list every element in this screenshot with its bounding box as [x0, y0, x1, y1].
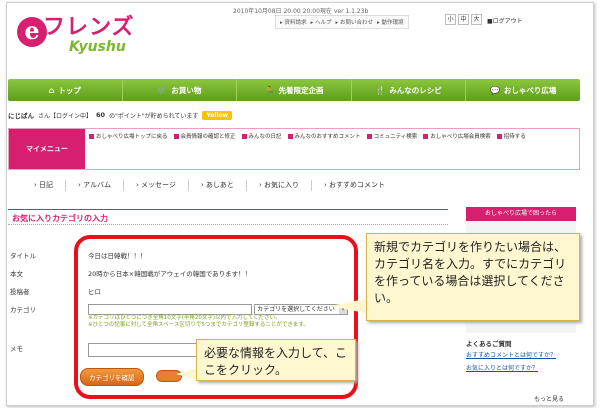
- sub-nav: › 日記 › アルバム › メッセージ › あしあと › お気に入り › おすす…: [22, 180, 397, 191]
- subnav-footprint[interactable]: › あしあと: [187, 180, 246, 191]
- user-name: にじばん: [8, 112, 34, 120]
- subnav-message[interactable]: › メッセージ: [123, 180, 188, 191]
- user-status: さん【ログイン中】: [38, 112, 93, 120]
- my-menu-link[interactable]: 招待する: [496, 132, 526, 140]
- subnav-recommend[interactable]: › おすすめコメント: [310, 180, 397, 191]
- my-menu-link-label: おしゃべり広場会員検索: [430, 134, 491, 140]
- nav-limited[interactable]: 🏃 先着限定企画: [237, 79, 352, 101]
- memo-label: メモ: [10, 345, 23, 353]
- faq-item[interactable]: お気に入りとは何ですか？: [466, 365, 578, 373]
- nav-chat-label: おしゃべり広場: [503, 85, 557, 95]
- title-label: タイトル: [10, 252, 36, 260]
- font-size-buttons: 小 中 大: [445, 14, 482, 25]
- top-link-request[interactable]: ▸ 資料請求: [280, 18, 307, 26]
- logo[interactable]: e フレンズ Kyushu: [17, 11, 157, 63]
- nav-top[interactable]: ⌂ トップ: [8, 79, 123, 101]
- callout-confirm: 必要な情報を入力して、ここをクリック。: [196, 339, 356, 381]
- sidebar-header: おしゃべり広場で困ったら: [466, 207, 576, 221]
- my-menu-link[interactable]: みんなのおすすめコメント: [287, 132, 361, 140]
- top-link-env[interactable]: ▸ 動作環境: [377, 18, 404, 26]
- section-title: お気に入りカテゴリの入力: [8, 209, 448, 225]
- faq: よくあるご質問 おすすめコメントとは何ですか？ お気に入りとは何ですか？: [466, 338, 578, 378]
- subnav-footprint-label: あしあと: [205, 181, 234, 189]
- my-menu-link[interactable]: おしゃべり広場会員検索: [423, 132, 491, 140]
- user-points-note: の"ポイント"が貯められています: [109, 112, 199, 120]
- cart-icon: 🛒: [157, 85, 168, 95]
- callout-pointer: [330, 298, 370, 314]
- nav-shopping-label: お買い物: [171, 85, 202, 95]
- my-menu-link-label: 招待する: [503, 134, 526, 140]
- subnav-album[interactable]: › アルバム: [65, 180, 123, 191]
- my-menu-links: おしゃべり広場トップに戻る 会員情報の確認と修正 みんなの日記 みんなのおすすめ…: [85, 129, 579, 169]
- fork-knife-icon: 🍴: [375, 85, 386, 95]
- faq-title: よくあるご質問: [466, 340, 512, 348]
- font-size-large[interactable]: 大: [471, 14, 482, 25]
- subnav-diary-label: 日記: [39, 181, 54, 189]
- subnav-album-label: アルバム: [83, 181, 111, 189]
- nav-top-label: トップ: [58, 85, 81, 95]
- arrow-icon: [173, 133, 179, 139]
- category-label: カテゴリ: [10, 306, 36, 314]
- chat-icon: 💬: [489, 85, 500, 95]
- font-size-medium[interactable]: 中: [458, 14, 469, 25]
- my-menu-link-label: おしゃべり広場トップに戻る: [96, 134, 168, 140]
- my-menu-link[interactable]: コミュニティ検索: [366, 132, 418, 140]
- arrow-icon: [496, 133, 502, 139]
- my-menu-link[interactable]: 会員情報の確認と修正: [173, 132, 236, 140]
- home-icon: ⌂: [48, 85, 55, 95]
- arrow-icon: [241, 133, 247, 139]
- top-link-contact[interactable]: ▸ お問い合わせ: [336, 18, 374, 26]
- arrow-icon: [287, 133, 293, 139]
- top-link-help[interactable]: ▸ ヘルプ: [311, 18, 332, 26]
- subnav-diary[interactable]: › 日記: [22, 180, 65, 191]
- more-link[interactable]: もっと見る: [534, 394, 564, 403]
- nav-limited-label: 先着限定企画: [278, 85, 324, 95]
- arrow-icon: [423, 133, 429, 139]
- arrow-icon: [366, 133, 372, 139]
- faq-item[interactable]: おすすめコメントとは何ですか？: [466, 352, 578, 360]
- nav-chat[interactable]: 💬 おしゃべり広場: [466, 79, 580, 101]
- runner-icon: 🏃: [264, 85, 275, 95]
- logo-main: フレンズ: [43, 15, 135, 40]
- my-menu-link-label: 会員情報の確認と修正: [180, 134, 236, 140]
- my-menu: マイメニュー おしゃべり広場トップに戻る 会員情報の確認と修正 みんなの日記 み…: [8, 128, 580, 170]
- nav-recipe-label: みんなのレシピ: [389, 85, 442, 95]
- subnav-favorite[interactable]: › お気に入り: [245, 180, 311, 191]
- subnav-message-label: メッセージ: [141, 181, 176, 189]
- top-links: ▸ 資料請求 ▸ ヘルプ ▸ お問い合わせ ▸ 動作環境: [275, 15, 409, 29]
- rank-badge: Yellow: [202, 110, 233, 120]
- nav-recipe[interactable]: 🍴 みんなのレシピ: [352, 79, 467, 101]
- date-text: 2010年10月08日 20:00 20:00現在 ver 1.1.23b: [233, 8, 369, 15]
- body-label: 本文: [10, 270, 23, 278]
- poster-label: 投稿者: [10, 288, 30, 296]
- font-size-small[interactable]: 小: [445, 14, 456, 25]
- arrow-icon: [89, 133, 94, 139]
- logout-label: ログアウト: [492, 18, 523, 25]
- subnav-recommend-label: おすすめコメント: [329, 181, 385, 189]
- nav-shopping[interactable]: 🛒 お買い物: [123, 79, 238, 101]
- main-nav: ⌂ トップ 🛒 お買い物 🏃 先着限定企画 🍴 みんなのレシピ 💬 おしゃべり広場: [8, 79, 580, 101]
- my-menu-link-label: コミュニティ検索: [373, 134, 418, 140]
- callout-category: 新規でカテゴリを作りたい場合は、カテゴリ名を入力。すでにカテゴリを作っている場合…: [366, 233, 580, 321]
- user-points: 60: [96, 111, 106, 119]
- my-menu-link[interactable]: おしゃべり広場トップに戻る: [89, 132, 168, 140]
- my-menu-label: マイメニュー: [9, 129, 85, 169]
- my-menu-link[interactable]: みんなの日記: [241, 132, 282, 140]
- subnav-favorite-label: お気に入り: [263, 181, 299, 189]
- my-menu-link-label: みんなのおすすめコメント: [294, 134, 361, 140]
- logout-link[interactable]: ■ログアウト: [487, 16, 523, 25]
- user-bar: にじばん さん【ログイン中】 60 の"ポイント"が貯められています Yello…: [8, 110, 233, 120]
- callout-pointer: [176, 368, 198, 380]
- my-menu-link-label: みんなの日記: [248, 134, 282, 140]
- logo-sub: Kyushu: [69, 39, 126, 55]
